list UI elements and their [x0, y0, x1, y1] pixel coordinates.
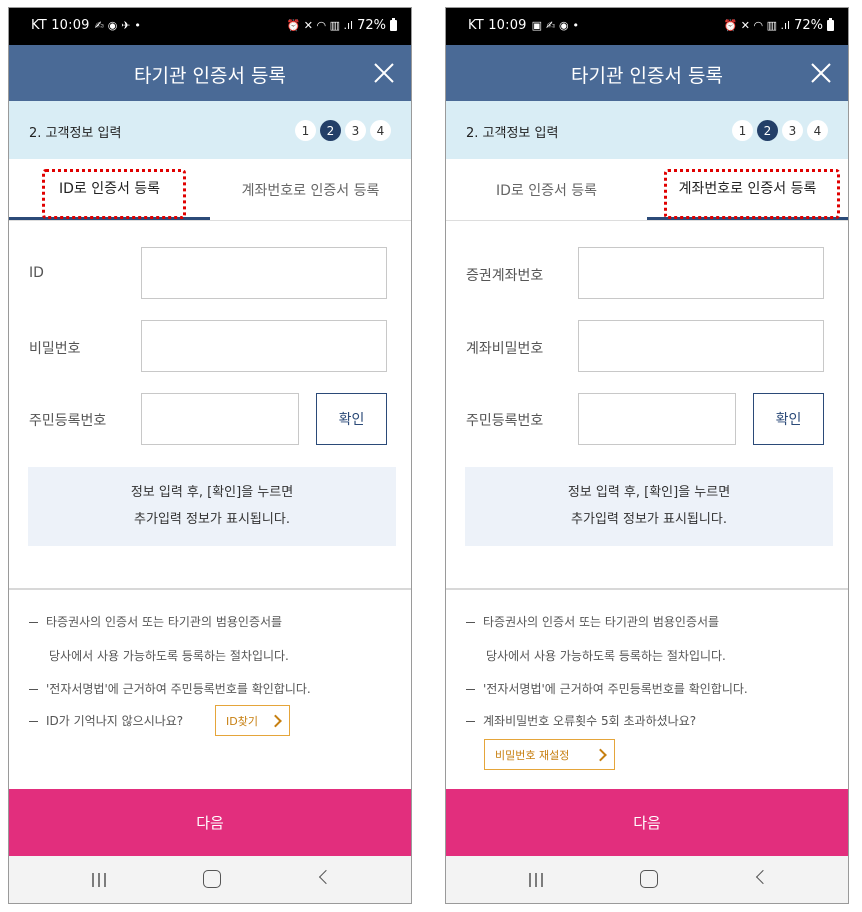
info-line-1: 정보 입력 후, [확인]을 누르면: [567, 485, 731, 500]
notification-icons: ✍ ◉ ✈ •: [94, 19, 142, 32]
status-bar: KT 10:09 ▣ ✍ ◉ • ⏰ ✕ ◠ ▥ .ıl 72%: [446, 8, 848, 45]
status-bar: KT 10:09 ✍ ◉ ✈ • ⏰ ✕ ◠ ▥ .ıl 72%: [9, 8, 411, 45]
status-time: KT 10:09: [468, 18, 527, 33]
registration-tabs: ID로 인증서 등록 계좌번호로 인증서 등록: [9, 159, 411, 221]
title-bar: 타기관 인증서 등록: [9, 45, 411, 101]
home-icon[interactable]: [640, 870, 658, 888]
page-title: 타기관 인증서 등록: [134, 65, 286, 87]
reset-password-button[interactable]: 비밀번호 재설정: [484, 739, 615, 770]
note-text-2: 당사에서 사용 가능하도록 등록하는 절차입니다.: [486, 649, 726, 663]
battery-icon: [390, 18, 397, 31]
find-id-label: ID찾기: [226, 714, 258, 728]
account-password-input[interactable]: [578, 320, 824, 372]
resident-number-input[interactable]: [578, 393, 736, 445]
dash-icon: [29, 689, 38, 690]
resident-number-input[interactable]: [141, 393, 299, 445]
section-divider: [446, 588, 848, 590]
step-1: 1: [732, 120, 753, 141]
system-status-icons: ⏰ ✕ ◠ ▥ .ıl: [286, 19, 354, 32]
close-icon[interactable]: [371, 60, 397, 86]
back-icon[interactable]: [755, 869, 771, 885]
id-input[interactable]: [141, 247, 387, 299]
note-text-4: ID가 기억나지 않으시나요?: [46, 714, 184, 728]
step-1: 1: [295, 120, 316, 141]
note-text-2: 당사에서 사용 가능하도록 등록하는 절차입니다.: [49, 649, 289, 663]
step-2-current: 2: [320, 120, 341, 141]
step-dots: 1 2 3 4: [732, 120, 828, 141]
info-box: 정보 입력 후, [확인]을 누르면 추가입력 정보가 표시됩니다.: [465, 467, 833, 546]
info-line-2: 추가입력 정보가 표시됩니다.: [571, 512, 727, 527]
resident-number-label: 주민등록번호: [466, 413, 544, 429]
section-divider: [9, 588, 411, 590]
note-text-3: '전자서명법'에 근거하여 주민등록번호를 확인합니다.: [483, 682, 748, 696]
confirm-button[interactable]: 확인: [753, 393, 824, 445]
step-4: 4: [370, 120, 391, 141]
note-item: '전자서명법'에 근거하여 주민등록번호를 확인합니다.: [466, 680, 748, 697]
password-label: 비밀번호: [29, 341, 81, 357]
page-title: 타기관 인증서 등록: [571, 65, 723, 87]
registration-tabs: ID로 인증서 등록 계좌번호로 인증서 등록: [446, 159, 848, 221]
close-icon[interactable]: [808, 60, 834, 86]
info-box: 정보 입력 후, [확인]을 누르면 추가입력 정보가 표시됩니다.: [28, 467, 396, 546]
back-icon[interactable]: [318, 869, 334, 885]
dotted-highlight: [42, 169, 186, 219]
step-indicator-bar: 2. 고객정보 입력 1 2 3 4: [9, 101, 411, 159]
note-item: '전자서명법'에 근거하여 주민등록번호를 확인합니다.: [29, 680, 311, 697]
password-input[interactable]: [141, 320, 387, 372]
account-number-label: 증권계좌번호: [466, 268, 544, 284]
chevron-right-icon: [269, 714, 282, 727]
find-id-button[interactable]: ID찾기: [215, 705, 290, 736]
note-text-3: '전자서명법'에 근거하여 주민등록번호를 확인합니다.: [46, 682, 311, 696]
note-item: 계좌비밀번호 오류횟수 5회 초과하셨나요?: [466, 712, 696, 729]
resident-number-label: 주민등록번호: [29, 413, 107, 429]
recent-apps-icon[interactable]: [527, 872, 545, 888]
chevron-right-icon: [594, 748, 607, 761]
confirm-button[interactable]: 확인: [316, 393, 387, 445]
dash-icon: [466, 689, 475, 690]
battery-percent: 72%: [794, 18, 823, 33]
tab-account-registration[interactable]: 계좌번호로 인증서 등록: [210, 159, 411, 220]
step-4: 4: [807, 120, 828, 141]
status-time: KT 10:09: [31, 18, 90, 33]
note-text-1: 타증권사의 인증서 또는 타기관의 범용인증서를: [483, 615, 720, 629]
dash-icon: [466, 622, 475, 623]
system-nav-bar: [446, 856, 848, 903]
dash-icon: [466, 721, 475, 722]
step-2-current: 2: [757, 120, 778, 141]
reset-password-label: 비밀번호 재설정: [495, 748, 570, 762]
recent-apps-icon[interactable]: [90, 872, 108, 888]
home-icon[interactable]: [203, 870, 221, 888]
system-status-icons: ⏰ ✕ ◠ ▥ .ıl: [723, 19, 791, 32]
note-text-4: 계좌비밀번호 오류횟수 5회 초과하셨나요?: [483, 714, 697, 728]
note-item: 타증권사의 인증서 또는 타기관의 범용인증서를: [466, 613, 719, 630]
note-item: ID가 기억나지 않으시나요?: [29, 712, 183, 729]
system-nav-bar: [9, 856, 411, 903]
step-3: 3: [782, 120, 803, 141]
dash-icon: [29, 622, 38, 623]
step-label: 2. 고객정보 입력: [29, 126, 122, 141]
info-line-1: 정보 입력 후, [확인]을 누르면: [130, 485, 294, 500]
next-button[interactable]: 다음: [9, 789, 411, 856]
battery-icon: [827, 18, 834, 31]
title-bar: 타기관 인증서 등록: [446, 45, 848, 101]
notification-icons: ▣ ✍ ◉ •: [531, 19, 580, 32]
dotted-highlight: [664, 169, 840, 219]
phone-screen-account-tab: KT 10:09 ▣ ✍ ◉ • ⏰ ✕ ◠ ▥ .ıl 72% 타기관 인증서…: [445, 7, 849, 904]
tab-id-registration[interactable]: ID로 인증서 등록: [446, 159, 647, 220]
info-line-2: 추가입력 정보가 표시됩니다.: [134, 512, 290, 527]
next-button[interactable]: 다음: [446, 789, 848, 856]
account-number-input[interactable]: [578, 247, 824, 299]
dash-icon: [29, 721, 38, 722]
account-password-label: 계좌비밀번호: [466, 341, 544, 357]
step-3: 3: [345, 120, 366, 141]
battery-percent: 72%: [357, 18, 386, 33]
step-indicator-bar: 2. 고객정보 입력 1 2 3 4: [446, 101, 848, 159]
step-label: 2. 고객정보 입력: [466, 126, 559, 141]
note-text-1: 타증권사의 인증서 또는 타기관의 범용인증서를: [46, 615, 283, 629]
note-item: 타증권사의 인증서 또는 타기관의 범용인증서를: [29, 613, 282, 630]
id-label: ID: [29, 265, 44, 281]
step-dots: 1 2 3 4: [295, 120, 391, 141]
phone-screen-id-tab: KT 10:09 ✍ ◉ ✈ • ⏰ ✕ ◠ ▥ .ıl 72% 타기관 인증서…: [8, 7, 412, 904]
